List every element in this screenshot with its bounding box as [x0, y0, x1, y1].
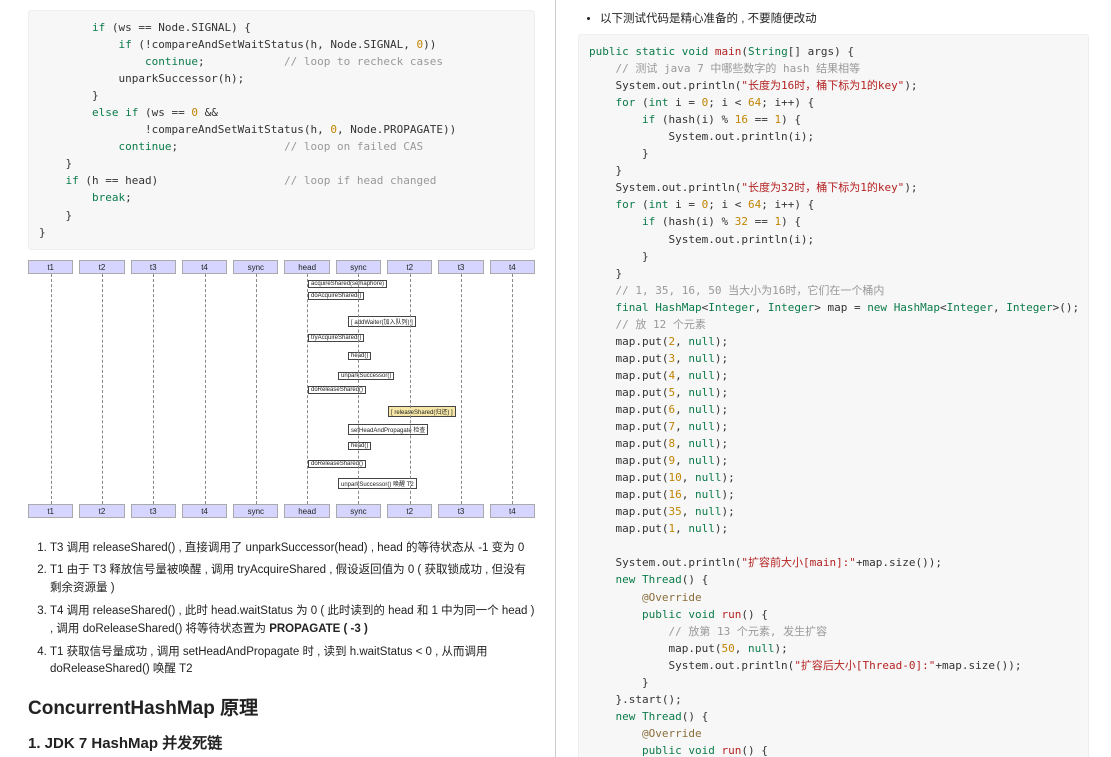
intro-bullet: 以下测试代码是精心准备的 , 不要随便改动	[600, 10, 1089, 26]
intro-list: 以下测试代码是精心准备的 , 不要随便改动	[578, 10, 1089, 26]
lane-head: t1	[28, 504, 73, 518]
heading-jdk7-deadlink: 1. JDK 7 HashMap 并发死链	[28, 732, 535, 753]
lane-head: t3	[131, 504, 176, 518]
heading-concurrenthashmap: ConcurrentHashMap 原理	[28, 693, 535, 720]
left-column: if (ws == Node.SIGNAL) { if (!compareAnd…	[0, 0, 555, 757]
step-item: T4 调用 releaseShared() , 此时 head.waitStat…	[50, 603, 535, 639]
code-block-main-test: public static void main(String[] args) {…	[578, 34, 1089, 757]
lane-head: t4	[490, 504, 535, 518]
step-item: T3 调用 releaseShared() , 直接调用了 unparkSucc…	[50, 540, 535, 558]
lane-head: sync	[233, 504, 278, 518]
lane-head: t2	[387, 504, 432, 518]
lane-head: sync	[336, 504, 381, 518]
lane-head: t2	[79, 504, 124, 518]
code-block-release-shared: if (ws == Node.SIGNAL) { if (!compareAnd…	[28, 10, 535, 250]
explanation-steps: T3 调用 releaseShared() , 直接调用了 unparkSucc…	[28, 540, 535, 680]
lane-head: sync	[233, 260, 278, 274]
lane-head: head	[284, 504, 329, 518]
lane-head: sync	[336, 260, 381, 274]
lane-head: t4	[182, 504, 227, 518]
lane-head: t4	[182, 260, 227, 274]
lane-head: head	[284, 260, 329, 274]
step-item: T1 由于 T3 释放信号量被唤醒 , 调用 tryAcquireShared …	[50, 562, 535, 598]
lane-head: t1	[28, 260, 73, 274]
sequence-diagram: t1t2t3t4syncheadsynct2t3t4 acquireShared…	[28, 260, 535, 530]
lane-head: t2	[387, 260, 432, 274]
lane-head: t2	[79, 260, 124, 274]
lane-head: t4	[490, 260, 535, 274]
lane-head: t3	[438, 504, 483, 518]
step-item: T1 获取信号量成功 , 调用 setHeadAndPropagate 时 , …	[50, 644, 535, 680]
lane-head: t3	[438, 260, 483, 274]
right-column: 以下测试代码是精心准备的 , 不要随便改动 public static void…	[556, 0, 1111, 757]
lane-head: t3	[131, 260, 176, 274]
